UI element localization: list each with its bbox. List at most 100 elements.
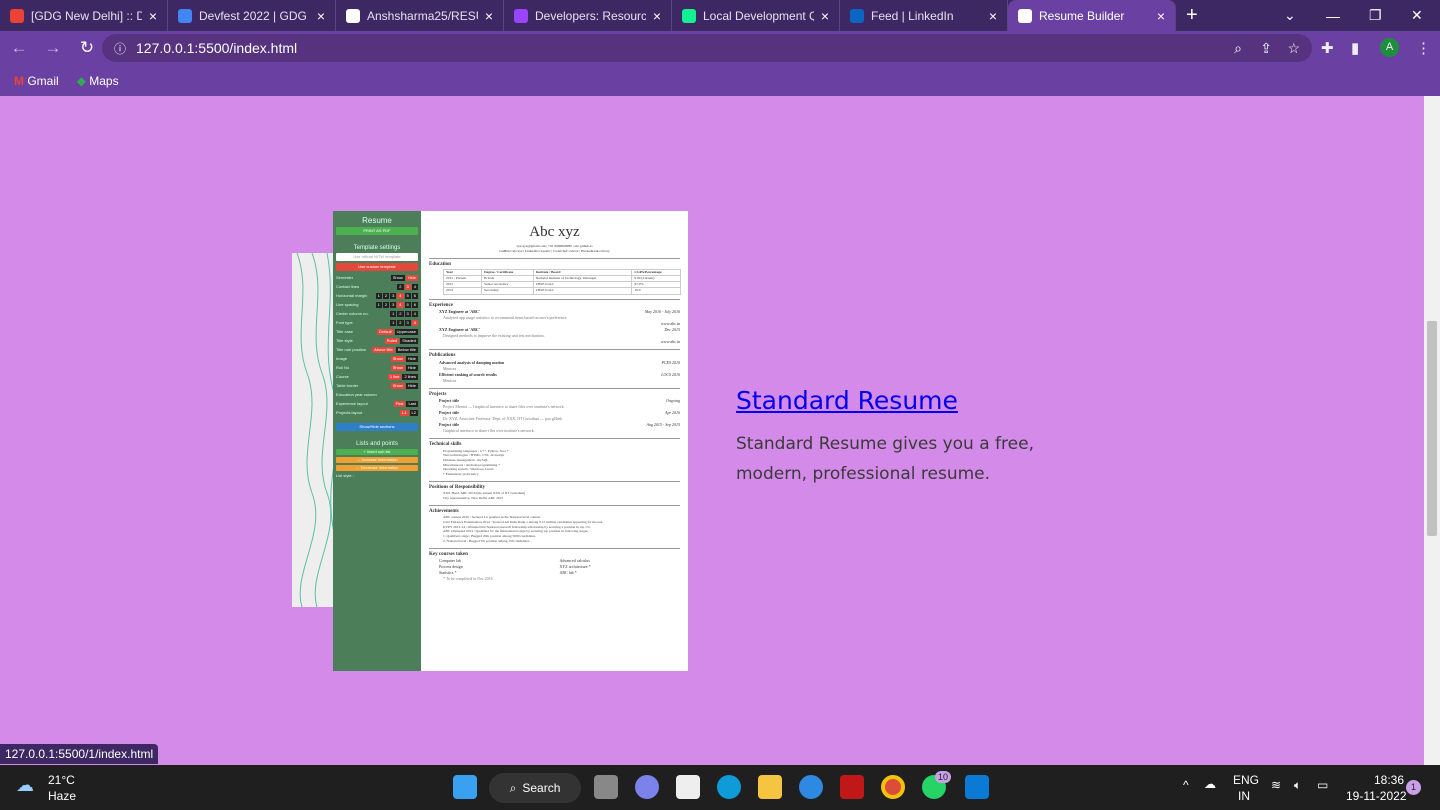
help-icon[interactable] [799,775,823,799]
close-tab-icon[interactable]: × [149,8,157,24]
tab[interactable]: Resume Builder × [1008,0,1176,31]
setting-option[interactable]: Show [390,274,405,281]
template-title-link[interactable]: Standard Resume [736,386,958,415]
extensions-icon[interactable]: ✚ [1321,39,1334,57]
setting-option[interactable]: L1 [400,409,409,416]
language[interactable]: ENG [1233,773,1259,787]
info-icon[interactable]: ⓘ [114,40,126,57]
setting-option[interactable]: 1 [375,292,382,299]
setting-option[interactable]: 2 [382,292,390,299]
setting-option[interactable]: 3 [390,301,397,308]
tab[interactable]: [GDG New Delhi] :: De × [0,0,168,31]
zoom-icon[interactable]: ⌕ [1234,40,1242,57]
close-tab-icon[interactable]: × [653,8,661,24]
show-hide-sections-button[interactable]: Show/Hide sections [336,423,418,431]
setting-option[interactable]: First [393,400,406,407]
setting-option[interactable]: 4 [397,292,404,299]
setting-option[interactable]: Hide [405,355,418,362]
bookmark-gmail[interactable]: M Gmail [14,74,59,88]
setting-option[interactable]: Default [376,328,394,335]
custom-template-button[interactable]: Use custom template [336,263,418,271]
address-bar[interactable]: ⓘ 127.0.0.1:5500/index.html ⌕ ⇪ ☆ [102,34,1312,62]
notification-center-badge[interactable]: 1 [1406,780,1421,795]
bookmark-star-icon[interactable]: ☆ [1287,40,1300,57]
scrollbar-thumb[interactable] [1427,321,1437,536]
reload-icon[interactable]: ↻ [72,38,102,58]
setting-option[interactable]: 4 [397,301,404,308]
close-tab-icon[interactable]: × [989,8,997,24]
cloud-icon[interactable]: ☁ [1204,777,1216,791]
clock-date[interactable]: 19-11-2022 [1346,789,1407,803]
setting-option[interactable]: Hide [405,274,418,281]
wifi-icon[interactable]: ≋ [1271,778,1281,792]
setting-option[interactable]: L2 [409,409,418,416]
close-tab-icon[interactable]: × [485,8,493,24]
vscode-icon[interactable] [965,775,989,799]
back-icon[interactable]: ← [4,38,34,58]
setting-option[interactable]: Show [390,382,405,389]
setting-option[interactable]: 1 [390,319,397,326]
store-icon[interactable] [676,775,700,799]
setting-option[interactable]: Last [406,400,418,407]
setting-option[interactable]: 1 [390,310,397,317]
setting-option[interactable]: 2 [397,283,404,290]
tab-search-button[interactable]: ⌄ [1284,0,1296,31]
close-window-button[interactable]: ✕ [1411,0,1423,31]
minimize-button[interactable]: — [1326,0,1340,31]
setting-option[interactable]: 6 [411,301,418,308]
setting-option[interactable]: Above title [372,346,395,353]
tab[interactable]: Devfest 2022 | GDG N × [168,0,336,31]
task-view-icon[interactable] [594,775,618,799]
setting-option[interactable]: 2 [397,310,404,317]
setting-option[interactable]: Shaded [400,337,418,344]
tab[interactable]: Local Development Q × [672,0,840,31]
setting-option[interactable]: Below title [395,346,418,353]
forward-icon[interactable]: → [38,38,68,58]
setting-option[interactable]: 4 [411,319,418,326]
setting-option[interactable]: Hide [405,382,418,389]
edge-icon[interactable] [717,775,741,799]
clock-time[interactable]: 18:36 [1374,773,1404,787]
setting-option[interactable]: 3 [404,283,411,290]
tab[interactable]: Developers: Resource × [504,0,672,31]
setting-option[interactable]: 3 [404,310,411,317]
windows-start-icon[interactable] [453,775,477,799]
bookmark-maps[interactable]: ◆ Maps [77,74,119,88]
setting-option[interactable]: 5 [404,301,411,308]
chrome-icon[interactable] [881,775,905,799]
tab[interactable]: Feed | LinkedIn × [840,0,1008,31]
increase-indent-button[interactable]: → Increase indentation [336,457,418,463]
close-tab-icon[interactable]: × [1157,8,1165,24]
insert-sublist-button[interactable]: + Insert sub list [336,449,418,455]
file-explorer-icon[interactable] [758,775,782,799]
volume-icon[interactable]: 🔈︎ [1294,778,1301,793]
decrease-indent-button[interactable]: ← Decrease indentation [336,465,418,471]
setting-option[interactable]: Show [390,355,405,362]
setting-option[interactable]: 1 [375,301,382,308]
maximize-button[interactable]: ❐ [1369,0,1382,31]
mcafee-icon[interactable] [840,775,864,799]
setting-option[interactable]: 4 [411,310,418,317]
battery-icon[interactable]: ▭ [1317,778,1328,792]
avatar[interactable]: A [1380,38,1399,57]
setting-option[interactable]: 6 [411,292,418,299]
menu-icon[interactable]: ⋮ [1416,39,1431,57]
share-icon[interactable]: ⇪ [1260,40,1272,57]
setting-option[interactable]: Ruled [384,337,400,344]
new-tab-button[interactable]: + [1186,4,1198,27]
setting-option[interactable]: 3 [390,292,397,299]
side-panel-icon[interactable]: ▮ [1351,39,1359,57]
search-button[interactable]: ⌕ Search [489,773,581,803]
setting-option[interactable]: Hide [405,364,418,371]
scrollbar[interactable] [1424,96,1440,765]
setting-option[interactable]: Uppercase [394,328,418,335]
setting-option[interactable]: 2 lines [402,373,418,380]
setting-option[interactable]: 1 line [387,373,402,380]
teams-icon[interactable] [635,775,659,799]
tab[interactable]: Anshsharma25/RESUM × [336,0,504,31]
setting-option[interactable]: 5 [404,292,411,299]
setting-option[interactable]: Show [390,364,405,371]
official-template-button[interactable]: Use official NITW template [336,253,418,261]
setting-option[interactable]: 3 [404,319,411,326]
setting-option[interactable]: 2 [397,319,404,326]
